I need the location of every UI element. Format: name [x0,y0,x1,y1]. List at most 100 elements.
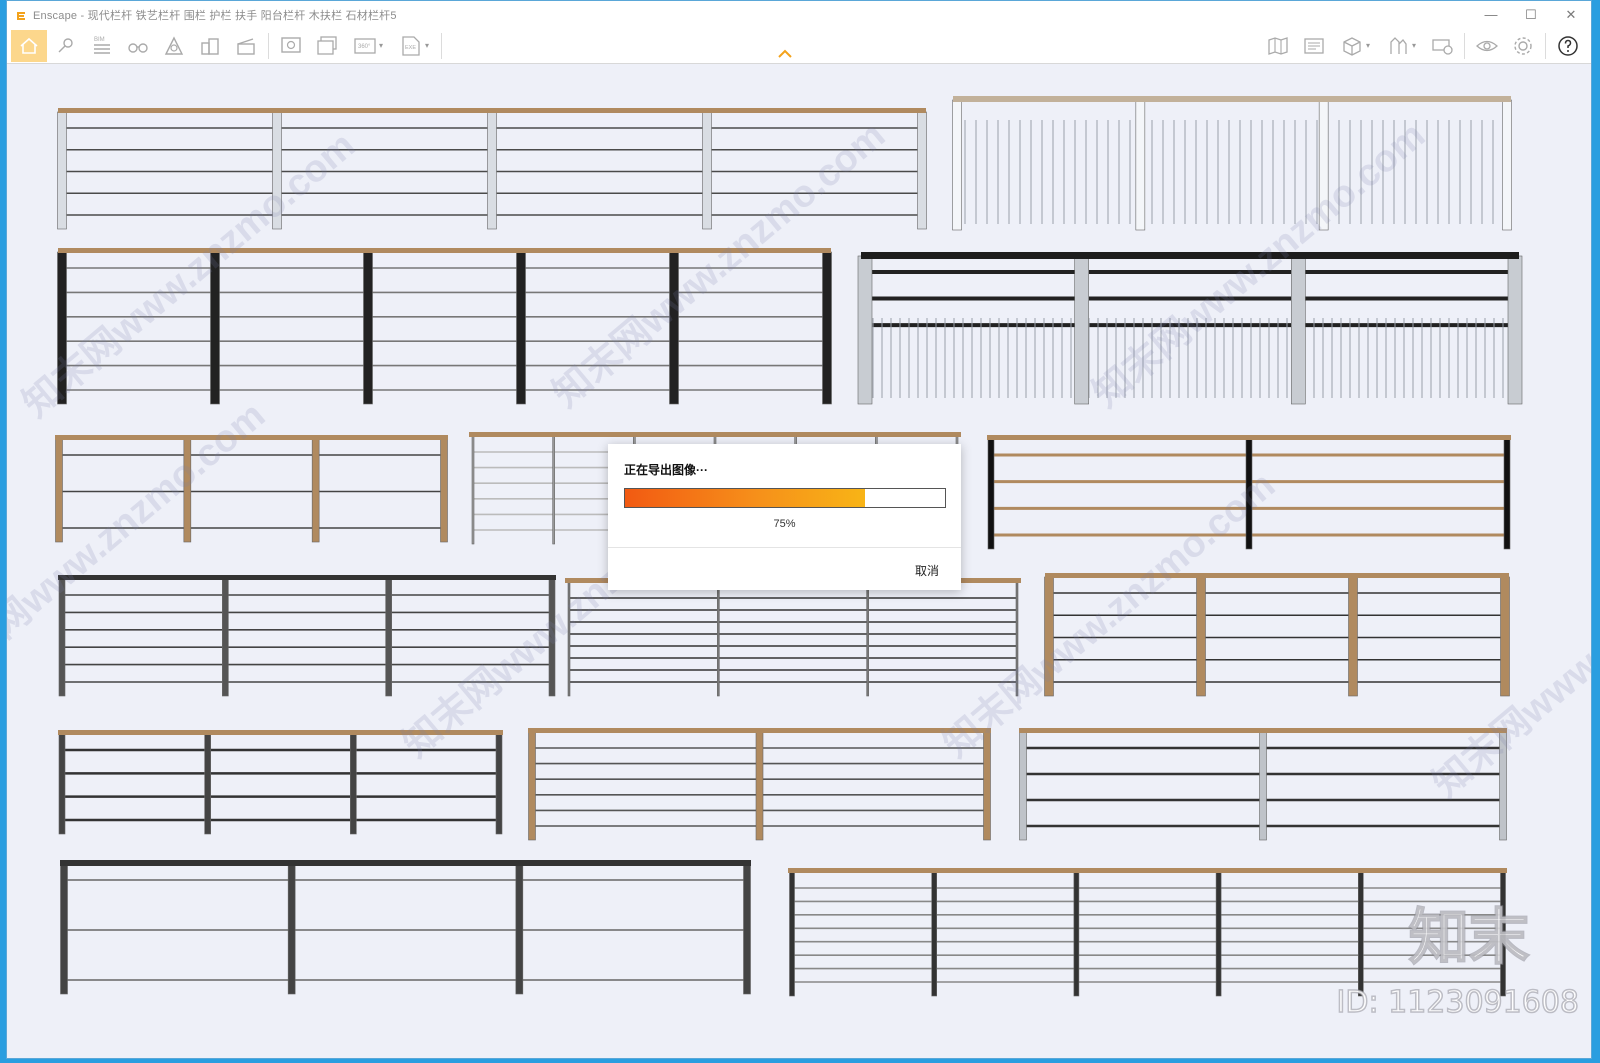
railing-post [57,251,67,405]
bim-button[interactable]: BIM [85,30,119,62]
railing-13 [1019,728,1507,841]
railing-post [931,871,938,997]
railing-post [495,733,503,835]
panorama-button[interactable]: 360° ▾ [346,30,390,62]
railing-5 [55,435,448,543]
export-status-message: 正在导出图像··· [624,463,708,477]
binoculars-button[interactable] [121,30,155,62]
handrail [469,432,961,437]
railing-7 [987,435,1511,550]
close-button[interactable]: ✕ [1551,1,1591,28]
railing-post [311,438,320,543]
railing-10 [1044,573,1510,697]
handrail [60,860,751,866]
toolbar-separator [1545,32,1546,59]
chevron-down-icon: ▾ [424,41,429,50]
railing-post [528,731,536,841]
handrail [987,435,1511,440]
title-bar: Enscape - 现代栏杆 铁艺栏杆 围栏 护栏 扶手 阳台栏杆 木扶栏 石材… [7,1,1591,28]
railing-post [210,251,220,405]
railing-post [58,733,66,835]
atmosphere-button[interactable] [157,30,191,62]
enscape-logo-icon [17,11,25,20]
map-button[interactable] [1261,30,1295,62]
handrail [55,435,448,440]
railing-post [363,251,373,405]
enscape-window: Enscape - 现代栏杆 铁艺栏杆 围栏 护栏 扶手 阳台栏杆 木扶栏 石材… [6,0,1592,1059]
progress-percent: 75% [773,518,796,530]
export-progress-dialog: 正在导出图像··· 75% 取消 [608,444,961,590]
materials-icon [1390,36,1407,54]
railing-post [822,251,832,405]
visibility-button[interactable] [1470,30,1504,62]
railing-post [1500,576,1510,697]
railing-post [1196,576,1206,697]
railing-post [567,581,571,697]
handrail [788,868,1507,873]
eye-icon [1476,40,1498,51]
atmosphere-icon [164,35,184,55]
railing-post [1291,255,1306,405]
bim-text: BIM [94,37,105,43]
collapse-toolbar-button[interactable] [775,47,795,61]
clapper-button[interactable] [229,30,263,62]
railing-post [272,111,282,230]
railing-post [789,871,795,997]
progress-fill [625,489,865,507]
handrail [953,96,1511,102]
toolbar-separator [1464,32,1465,59]
maximize-button[interactable]: ☐ [1511,1,1551,28]
minimize-button[interactable]: — [1471,1,1511,28]
collaboration-button[interactable] [1425,30,1459,62]
asset-library-button[interactable] [1297,30,1331,62]
export-exe-button[interactable]: EXE ▾ [392,30,436,62]
railing-post [222,578,229,697]
railing-post [1502,99,1512,231]
materials-button[interactable]: ▾ [1379,30,1423,62]
railing-post [1044,576,1054,697]
railing-post [1499,731,1507,841]
box-button[interactable]: ▾ [1333,30,1377,62]
home-button[interactable] [11,29,47,62]
settings-button[interactable] [1506,30,1540,62]
toolbar-separator [268,32,269,59]
toolbar-separator [441,32,442,59]
panorama-text: 360° [358,44,371,50]
batch-render-button[interactable] [310,30,344,62]
railing-post [1135,99,1146,231]
railing-post [669,251,679,405]
location-icon [58,37,73,52]
chevron-down-icon: ▾ [1411,41,1416,50]
railing-post [702,111,712,230]
railing-post [515,863,524,995]
window-title: Enscape - 现代栏杆 铁艺栏杆 围栏 护栏 扶手 阳台栏杆 木扶栏 石材… [33,9,397,22]
handrail [58,730,503,735]
handrail [58,575,556,580]
railing-post [1507,255,1523,405]
screenshot-button[interactable] [274,30,308,62]
bim-icon: BIM [94,37,110,54]
railing-2 [952,96,1512,231]
railing-post [717,581,720,697]
screenshot-icon [281,36,301,53]
railing-post [1358,871,1364,997]
railing-post [57,111,67,230]
help-button[interactable] [1551,30,1585,62]
buildings-button[interactable] [193,30,227,62]
railing-post [952,99,962,231]
map-icon [1268,36,1288,55]
railing-post [350,733,357,835]
railing-post [204,733,211,835]
railing-post [55,438,63,543]
handrail [1019,728,1507,733]
railing-post [987,438,995,550]
location-button[interactable] [49,30,83,62]
cancel-button[interactable]: 取消 [915,562,939,579]
box-icon [1343,36,1361,56]
railing-post [755,731,764,841]
railing-8 [58,575,556,697]
railing-post [1074,255,1089,405]
main-toolbar: BIM 360° ▾ EXE ▾ ▾ ▾ [7,28,1591,64]
chevron-down-icon: ▾ [1365,41,1370,50]
handrail [861,252,1519,259]
